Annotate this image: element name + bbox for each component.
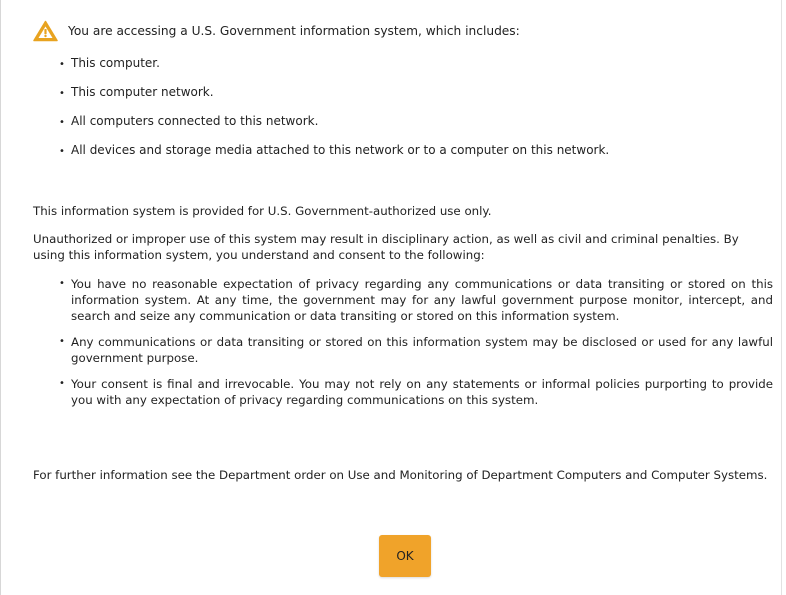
consent-dialog: You are accessing a U.S. Government info… <box>0 0 782 595</box>
consent-item: • Your consent is final and irrevocable. … <box>59 376 773 408</box>
unauthorized-use-paragraph: Unauthorized or improper use of this sys… <box>33 232 739 262</box>
list-item: All devices and storage media attached t… <box>59 142 609 171</box>
consent-item: • Any communications or data transiting o… <box>59 334 773 366</box>
list-item-text: This computer network. <box>71 85 214 99</box>
list-item: This computer. <box>59 55 609 84</box>
list-item: This computer network. <box>59 84 609 113</box>
list-item-text: All computers connected to this network. <box>71 114 319 128</box>
consent-item: • You have no reasonable expectation of p… <box>59 276 773 324</box>
bullet: • <box>59 336 65 347</box>
bullet: • <box>59 278 65 289</box>
header-text: You are accessing a U.S. Government info… <box>68 24 520 38</box>
list-item-text: This computer. <box>71 56 160 70</box>
consent-item-text: Your consent is final and irrevocable. Y… <box>71 377 773 407</box>
includes-list: This computer. This computer network. Al… <box>59 55 609 171</box>
warning-icon <box>33 20 58 42</box>
consent-item-text: Any communications or data transiting or… <box>71 335 773 365</box>
ok-button[interactable]: OK <box>379 535 431 577</box>
bullet: • <box>59 378 65 389</box>
list-item: All computers connected to this network. <box>59 113 609 142</box>
dialog-header: You are accessing a U.S. Government info… <box>33 20 520 42</box>
further-info-paragraph: For further information see the Departme… <box>33 468 768 482</box>
bullet <box>59 114 71 128</box>
authorized-use-paragraph: This information system is provided for … <box>33 204 492 218</box>
consent-item-text: You have no reasonable expectation of pr… <box>71 277 773 323</box>
consent-list: • You have no reasonable expectation of p… <box>59 276 773 418</box>
bullet <box>59 56 71 70</box>
list-item-text: All devices and storage media attached t… <box>71 143 610 157</box>
bullet <box>59 85 71 99</box>
bullet <box>59 143 71 157</box>
